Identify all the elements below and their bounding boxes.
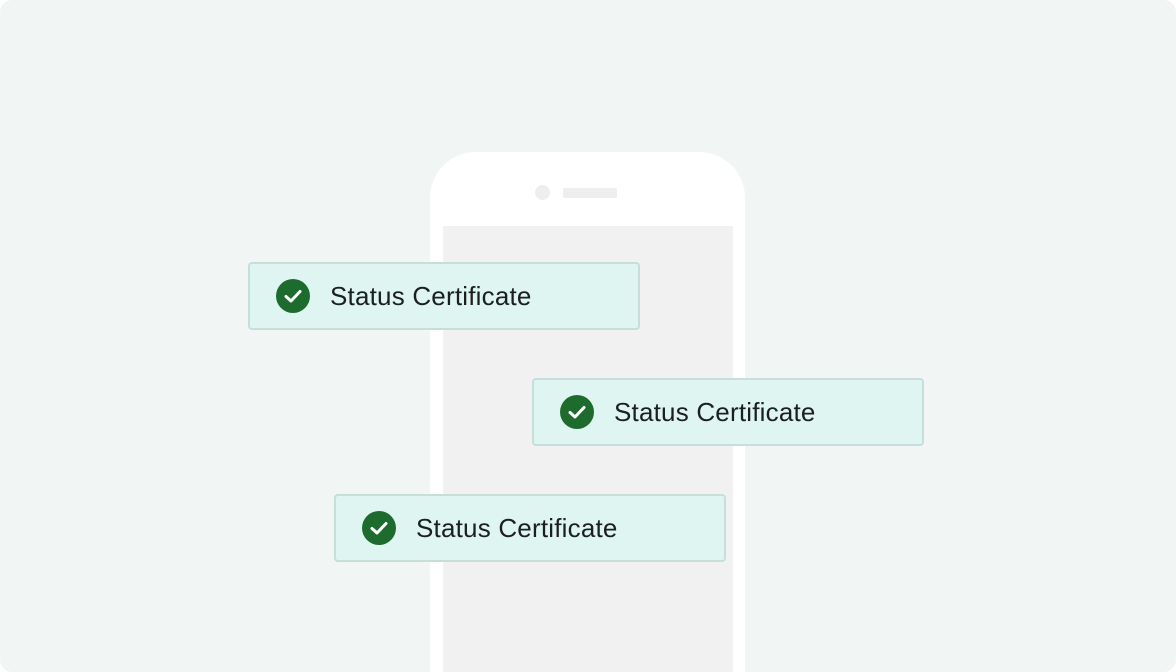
card-label: Status Certificate [416, 512, 618, 543]
status-certificate-card: Status Certificate [532, 378, 924, 446]
phone-speaker [563, 188, 617, 198]
card-label: Status Certificate [614, 396, 816, 427]
check-circle-icon [276, 279, 310, 313]
card-label: Status Certificate [330, 280, 532, 311]
status-certificate-card: Status Certificate [248, 262, 640, 330]
phone-camera [535, 185, 550, 200]
check-circle-icon [560, 395, 594, 429]
illustration-canvas: Status Certificate Status Certificate St… [0, 0, 1176, 672]
check-circle-icon [362, 511, 396, 545]
status-certificate-card: Status Certificate [334, 494, 726, 562]
